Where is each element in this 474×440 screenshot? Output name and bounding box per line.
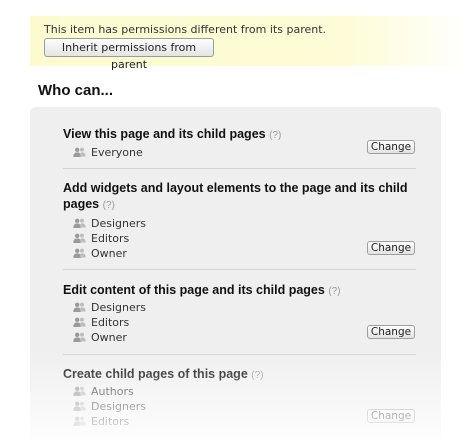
member-owner: Owner	[63, 246, 415, 261]
member-editors: Editors	[63, 231, 415, 246]
section-divider	[63, 354, 416, 355]
member-name: Authors	[91, 385, 134, 398]
change-button[interactable]: Change	[367, 409, 415, 423]
users-icon	[73, 218, 86, 228]
users-icon	[73, 416, 86, 426]
section-title: View this page and its child pages	[63, 127, 266, 141]
member-name: Everyone	[91, 146, 143, 159]
section-title: Edit content of this page and its child …	[63, 283, 325, 297]
help-link[interactable]: (?)	[269, 130, 281, 141]
section-title: Create child pages of this page	[63, 367, 248, 381]
member-authors: Authors	[63, 384, 415, 399]
member-name: Designers	[91, 400, 146, 413]
help-link[interactable]: (?)	[251, 370, 263, 381]
member-owner: Owner	[63, 330, 415, 345]
section-divider	[63, 168, 416, 169]
change-button[interactable]: Change	[367, 325, 415, 339]
member-designers: Designers	[63, 300, 415, 315]
users-icon	[73, 386, 86, 396]
member-name: Editors	[91, 232, 130, 245]
inherit-permissions-button[interactable]: Inherit permissions from parent	[44, 38, 214, 71]
member-name: Designers	[91, 217, 146, 230]
permission-section-create-child: Create child pages of this page (?) Auth…	[63, 366, 415, 429]
member-editors: Editors	[63, 315, 415, 330]
users-icon	[73, 332, 86, 342]
help-link[interactable]: (?)	[103, 200, 115, 211]
users-icon	[73, 147, 86, 157]
permissions-notice: This item has permissions different from…	[30, 16, 474, 71]
member-designers: Designers	[63, 216, 415, 231]
permission-section-edit-content: Edit content of this page and its child …	[63, 282, 415, 345]
help-link[interactable]: (?)	[328, 286, 340, 297]
member-name: Editors	[91, 415, 130, 428]
member-name: Editors	[91, 316, 130, 329]
member-name: Designers	[91, 301, 146, 314]
users-icon	[73, 233, 86, 243]
users-icon	[73, 248, 86, 258]
member-name: Owner	[91, 331, 127, 344]
change-button[interactable]: Change	[367, 241, 415, 255]
notice-message: This item has permissions different from…	[44, 23, 327, 36]
member-designers: Designers	[63, 399, 415, 414]
users-icon	[73, 302, 86, 312]
users-icon	[73, 401, 86, 411]
member-name: Owner	[91, 247, 127, 260]
change-button[interactable]: Change	[367, 140, 415, 154]
permission-section-view: View this page and its child pages (?) E…	[63, 126, 415, 160]
member-everyone: Everyone	[63, 145, 415, 160]
users-icon	[73, 317, 86, 327]
permission-section-add-widgets: Add widgets and layout elements to the p…	[63, 180, 415, 261]
page-heading: Who can...	[38, 82, 113, 99]
member-editors: Editors	[63, 414, 415, 429]
section-divider	[63, 269, 416, 270]
